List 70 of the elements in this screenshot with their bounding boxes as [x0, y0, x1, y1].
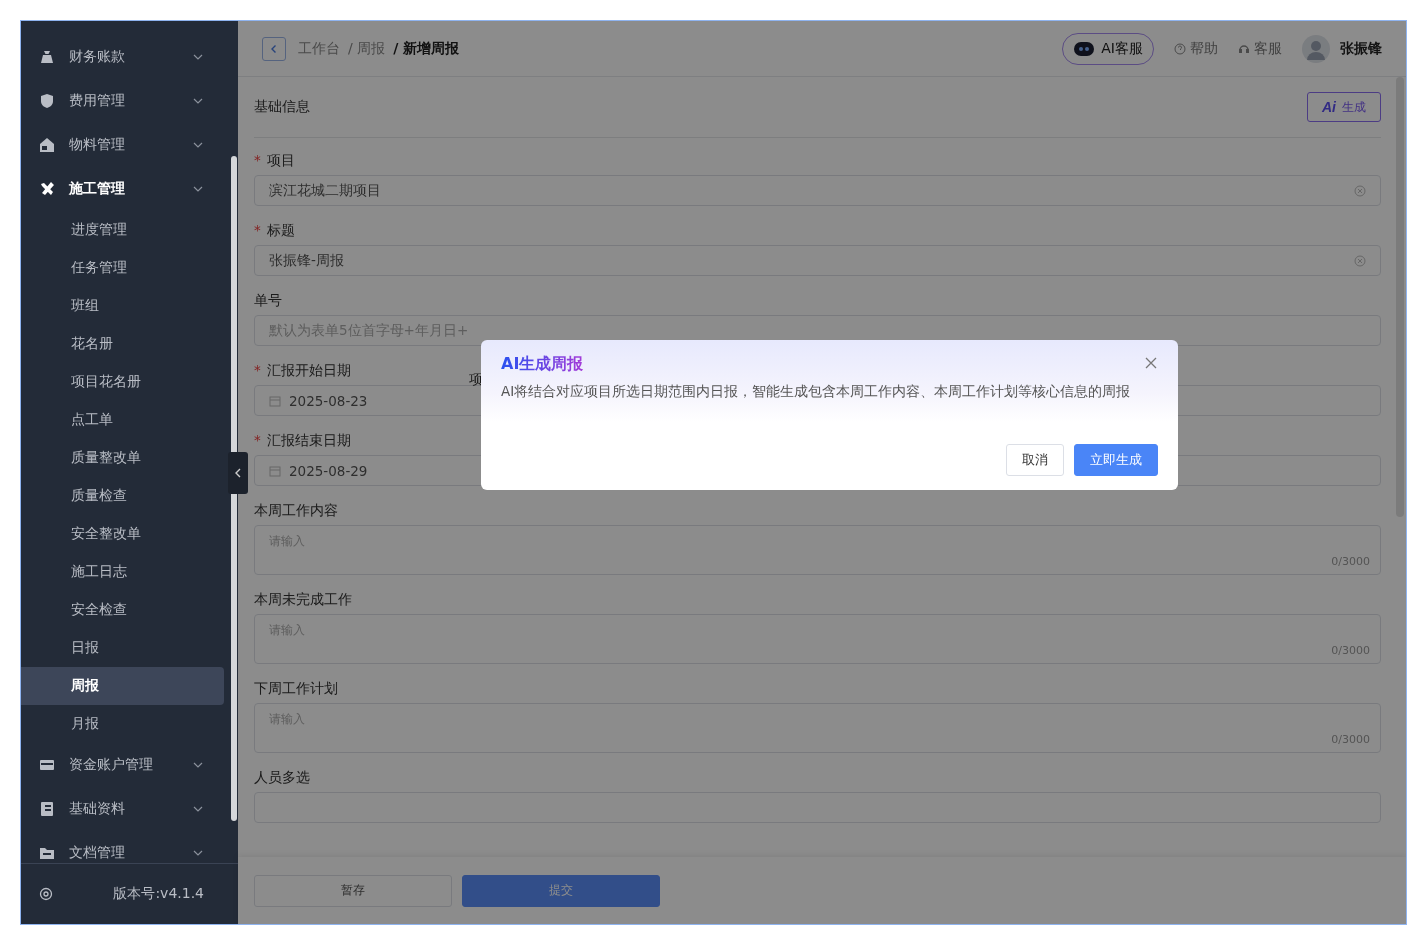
required-mark: *	[254, 361, 261, 380]
clear-icon[interactable]	[1354, 184, 1366, 197]
menu-group[interactable]: 基础资料	[21, 787, 238, 831]
field-label: 汇报开始日期	[266, 361, 351, 380]
menu-item[interactable]: 月报	[21, 705, 224, 743]
folder-icon	[39, 845, 55, 861]
field-label: 下周工作计划	[254, 679, 338, 698]
required-mark: *	[254, 221, 261, 240]
menu-item[interactable]: 日报	[21, 629, 224, 667]
required-mark: *	[254, 431, 261, 450]
field-label: 项目	[266, 151, 295, 170]
text-field[interactable]: 张振锋-周报	[254, 245, 1381, 276]
close-icon[interactable]	[1144, 356, 1158, 370]
menu-item[interactable]: 进度管理	[21, 211, 224, 249]
scrollbar-thumb[interactable]	[231, 156, 237, 821]
calendar-icon	[269, 394, 281, 407]
menu-item[interactable]: 周报	[21, 667, 224, 705]
dialog-message: AI将结合对应项目所选日期范围内日报，智能生成包含本周工作内容、本周工作计划等核心信息的周报	[501, 383, 1132, 401]
clear-icon[interactable]	[1354, 254, 1366, 267]
menu-item[interactable]: 安全检查	[21, 591, 224, 629]
menu-item[interactable]: 施工日志	[21, 553, 224, 591]
calendar-icon	[269, 464, 281, 477]
back-button[interactable]	[262, 36, 286, 61]
card-icon	[39, 757, 55, 773]
menu-group[interactable]: 施工管理	[21, 167, 238, 211]
menu-item[interactable]: 安全整改单	[21, 515, 224, 553]
field-label: 人员多选	[254, 768, 310, 787]
book-icon	[39, 801, 55, 817]
robot-icon	[1073, 40, 1096, 57]
save-draft-button[interactable]: 暂存	[254, 874, 452, 907]
dialog-title: AI生成周报	[501, 354, 584, 375]
version-text: 版本号:v4.1.4	[113, 885, 204, 903]
menu-item[interactable]: 花名册	[21, 325, 224, 363]
cancel-button[interactable]: 取消	[1006, 444, 1064, 476]
collapse-button[interactable]	[228, 452, 248, 494]
settings-icon[interactable]	[39, 887, 53, 901]
menu-group[interactable]: 物料管理	[21, 123, 238, 167]
user-name[interactable]: 张振锋	[1340, 39, 1382, 58]
field-label: 单号	[254, 291, 282, 310]
character-counter: 0/3000	[1331, 644, 1370, 657]
avatar[interactable]	[1302, 34, 1330, 63]
field-label: 标题	[266, 221, 295, 240]
character-counter: 0/3000	[1331, 555, 1370, 568]
menu-item[interactable]: 点工单	[21, 401, 224, 439]
tools-icon	[39, 181, 55, 197]
chevron-left-icon	[234, 468, 242, 478]
field-label: 汇报结束日期	[266, 431, 351, 450]
field-label: 本周未完成工作	[254, 590, 352, 609]
required-mark: *	[254, 151, 261, 170]
menu-group[interactable]: 资金账户管理	[21, 743, 238, 787]
menu-item[interactable]: 质量检查	[21, 477, 224, 515]
house-icon	[39, 137, 55, 153]
menu-item[interactable]: 任务管理	[21, 249, 224, 287]
text-field[interactable]: 滨江花城二期项目	[254, 175, 1381, 206]
headset-icon	[1238, 42, 1250, 55]
field-label: 项	[469, 371, 483, 389]
money-bag-icon	[39, 49, 55, 65]
menu-item[interactable]: 质量整改单	[21, 439, 224, 477]
menu-group[interactable]: 费用管理	[21, 79, 238, 123]
generate-button[interactable]: 立即生成	[1074, 444, 1158, 476]
chevron-left-icon	[269, 43, 279, 54]
help-icon	[1174, 42, 1186, 55]
field-label: 本周工作内容	[254, 501, 338, 520]
menu-group[interactable]: 财务账款	[21, 35, 238, 79]
menu-group[interactable]: 文档管理	[21, 831, 238, 863]
menu-item[interactable]: 项目花名册	[21, 363, 224, 401]
section-title: 基础信息	[254, 98, 310, 116]
character-counter: 0/3000	[1331, 733, 1370, 746]
menu-item[interactable]: 班组	[21, 287, 224, 325]
shield-icon	[39, 93, 55, 109]
